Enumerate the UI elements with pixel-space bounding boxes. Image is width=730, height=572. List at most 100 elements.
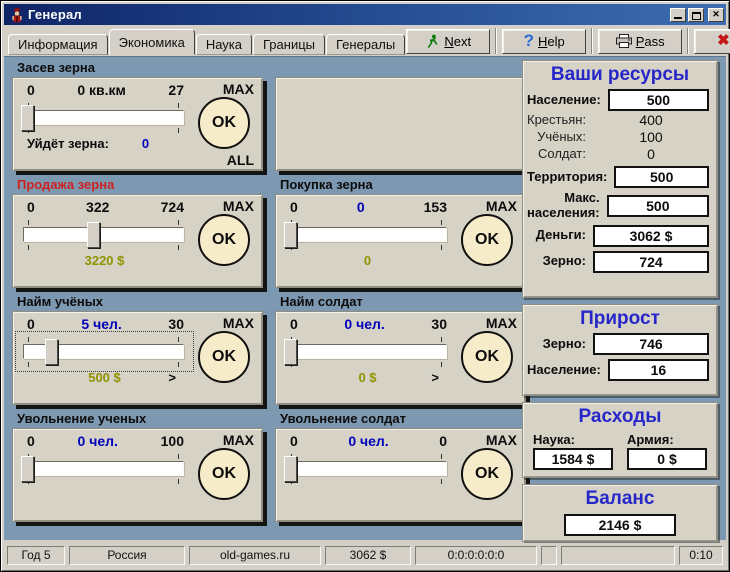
max-population-label: Макс. населения:: [527, 190, 600, 220]
panel-buy-grain: Покупка зерна 0 0 153 0 MAX OK: [275, 177, 526, 288]
grain-label: Зерно:: [542, 253, 586, 269]
science-expense-label: Наука:: [533, 432, 575, 447]
resources-header: Ваши ресурсы: [550, 64, 690, 85]
panel-title: Покупка зерна: [280, 177, 373, 192]
hire-soldiers-slider[interactable]: [282, 335, 453, 368]
tab-label: Границы: [263, 37, 315, 52]
status-money: 3062 $: [325, 546, 411, 565]
close-icon: ✕: [712, 9, 720, 19]
slider-handle[interactable]: [45, 339, 58, 365]
toolbar-separator: [591, 28, 594, 54]
ok-button[interactable]: OK: [198, 331, 250, 383]
slider-track[interactable]: [23, 227, 184, 250]
max-label: MAX: [485, 315, 517, 331]
fire-soldiers-slider[interactable]: [282, 452, 453, 485]
hire-scientists-slider[interactable]: [15, 331, 194, 372]
army-expense-value: 0 $: [627, 448, 707, 470]
minimize-button[interactable]: [670, 7, 686, 22]
close-button[interactable]: ✕: [708, 7, 724, 22]
slider-track[interactable]: [23, 461, 184, 484]
minimize-icon: [674, 16, 682, 19]
tab-economy[interactable]: Экономика: [108, 29, 195, 55]
slider-value-label: 0 чел.: [77, 433, 118, 449]
exit-button[interactable]: ✖ Exit: [694, 28, 730, 54]
status-year: Год 5: [7, 546, 65, 565]
territory-value: 500: [614, 166, 709, 188]
ok-button[interactable]: OK: [461, 214, 513, 266]
tab-generals[interactable]: Генералы: [326, 34, 406, 55]
ok-button[interactable]: OK: [461, 331, 513, 383]
slider-handle[interactable]: [284, 222, 297, 248]
corner-spacer: [254, 271, 258, 286]
slider-track[interactable]: [286, 344, 447, 367]
panel-box: 0 0 кв.км 27 Уйдёт зерна: 0 MAX OK ALL: [12, 77, 263, 171]
sell-slider[interactable]: [19, 218, 190, 251]
max-label: MAX: [222, 432, 254, 448]
scientists-value: 100: [639, 129, 663, 145]
next-label: Next: [444, 33, 472, 49]
maximize-button[interactable]: [688, 7, 704, 22]
slider-max-label: 0: [439, 433, 447, 449]
status-bar: Год 5 Россия old-games.ru 3062 $ 0:0:0:0…: [4, 543, 726, 568]
ok-button[interactable]: OK: [461, 448, 513, 500]
status-counters: 0:0:0:0:0:0: [415, 546, 537, 565]
slider-max-label: 724: [160, 199, 184, 215]
tab-science[interactable]: Наука: [195, 34, 252, 55]
arrow-indicator: >: [431, 369, 439, 385]
buy-money-value: 0: [363, 252, 372, 268]
buy-slider[interactable]: [282, 218, 453, 251]
resources-sidebar: Ваши ресурсы Население: 500 Крестьян: 40…: [522, 60, 718, 542]
help-label: Help: [538, 33, 565, 49]
slider-handle[interactable]: [21, 105, 34, 131]
slider-min-label: 0: [27, 199, 35, 215]
panel-title: Засев зерна: [17, 60, 95, 75]
slider-max-label: 30: [431, 316, 447, 332]
slider-handle[interactable]: [87, 222, 100, 248]
sell-money-value: 3220 $: [84, 252, 125, 268]
panel-empty: [275, 60, 526, 171]
empty-panel-box: [275, 77, 526, 171]
slider-track[interactable]: [286, 461, 447, 484]
slider-handle[interactable]: [284, 339, 297, 365]
grain-cost-label: Уйдёт зерна:: [27, 135, 109, 151]
ok-button[interactable]: OK: [198, 97, 250, 149]
window-title: Генерал: [28, 7, 82, 22]
pass-button[interactable]: Pass: [598, 28, 683, 54]
ok-button[interactable]: OK: [198, 448, 250, 500]
population-label: Население:: [527, 91, 601, 107]
soldiers-value: 0: [647, 146, 655, 162]
tab-information[interactable]: Информация: [8, 34, 108, 55]
ok-button[interactable]: OK: [198, 214, 250, 266]
corner-spacer: [254, 388, 258, 403]
expenses-header: Расходы: [578, 406, 662, 427]
slider-track[interactable]: [286, 227, 447, 250]
slider-max-label: 100: [160, 433, 184, 449]
panel-box: 0 0 чел. 100 MAX OK: [12, 428, 263, 522]
hire-cost-value: 500 $: [88, 369, 121, 385]
help-button[interactable]: ? Help: [502, 28, 587, 54]
panel-title: Продажа зерна: [17, 177, 115, 192]
slider-value-label: 322: [86, 199, 110, 215]
status-empty-small: [541, 546, 557, 565]
slider-min-label: 0: [27, 82, 35, 98]
slider-handle[interactable]: [284, 456, 297, 482]
title-bar[interactable]: Генерал ✕: [4, 4, 726, 25]
slider-max-label: 30: [168, 316, 184, 332]
slider-handle[interactable]: [21, 456, 34, 482]
panel-fire-scientists: Увольнение ученых 0 0 чел. 100 MAX OK: [12, 411, 263, 522]
growth-panel: Прирост Зерно: 746 Население: 16: [522, 304, 718, 396]
status-country: Россия: [69, 546, 185, 565]
max-label: MAX: [222, 81, 254, 97]
panel-hire-soldiers: Найм солдат 0 0 чел. 30 0 $ > MAX OK: [275, 294, 526, 405]
slider-track[interactable]: [23, 110, 184, 133]
next-button[interactable]: Next: [406, 28, 491, 54]
sow-slider[interactable]: [19, 101, 190, 134]
status-time: 0:10: [679, 546, 723, 565]
slider-min-label: 0: [27, 433, 35, 449]
panels-grid: Засев зерна 0 0 кв.км 27 Уйдёт зерна: 0 …: [12, 60, 526, 528]
fire-scientists-slider[interactable]: [19, 452, 190, 485]
max-population-value: 500: [606, 194, 709, 217]
panel-sell-grain: Продажа зерна 0 322 724 3220 $ MAX OK: [12, 177, 263, 288]
tab-borders[interactable]: Границы: [253, 34, 325, 55]
science-expense-value: 1584 $: [533, 448, 613, 470]
